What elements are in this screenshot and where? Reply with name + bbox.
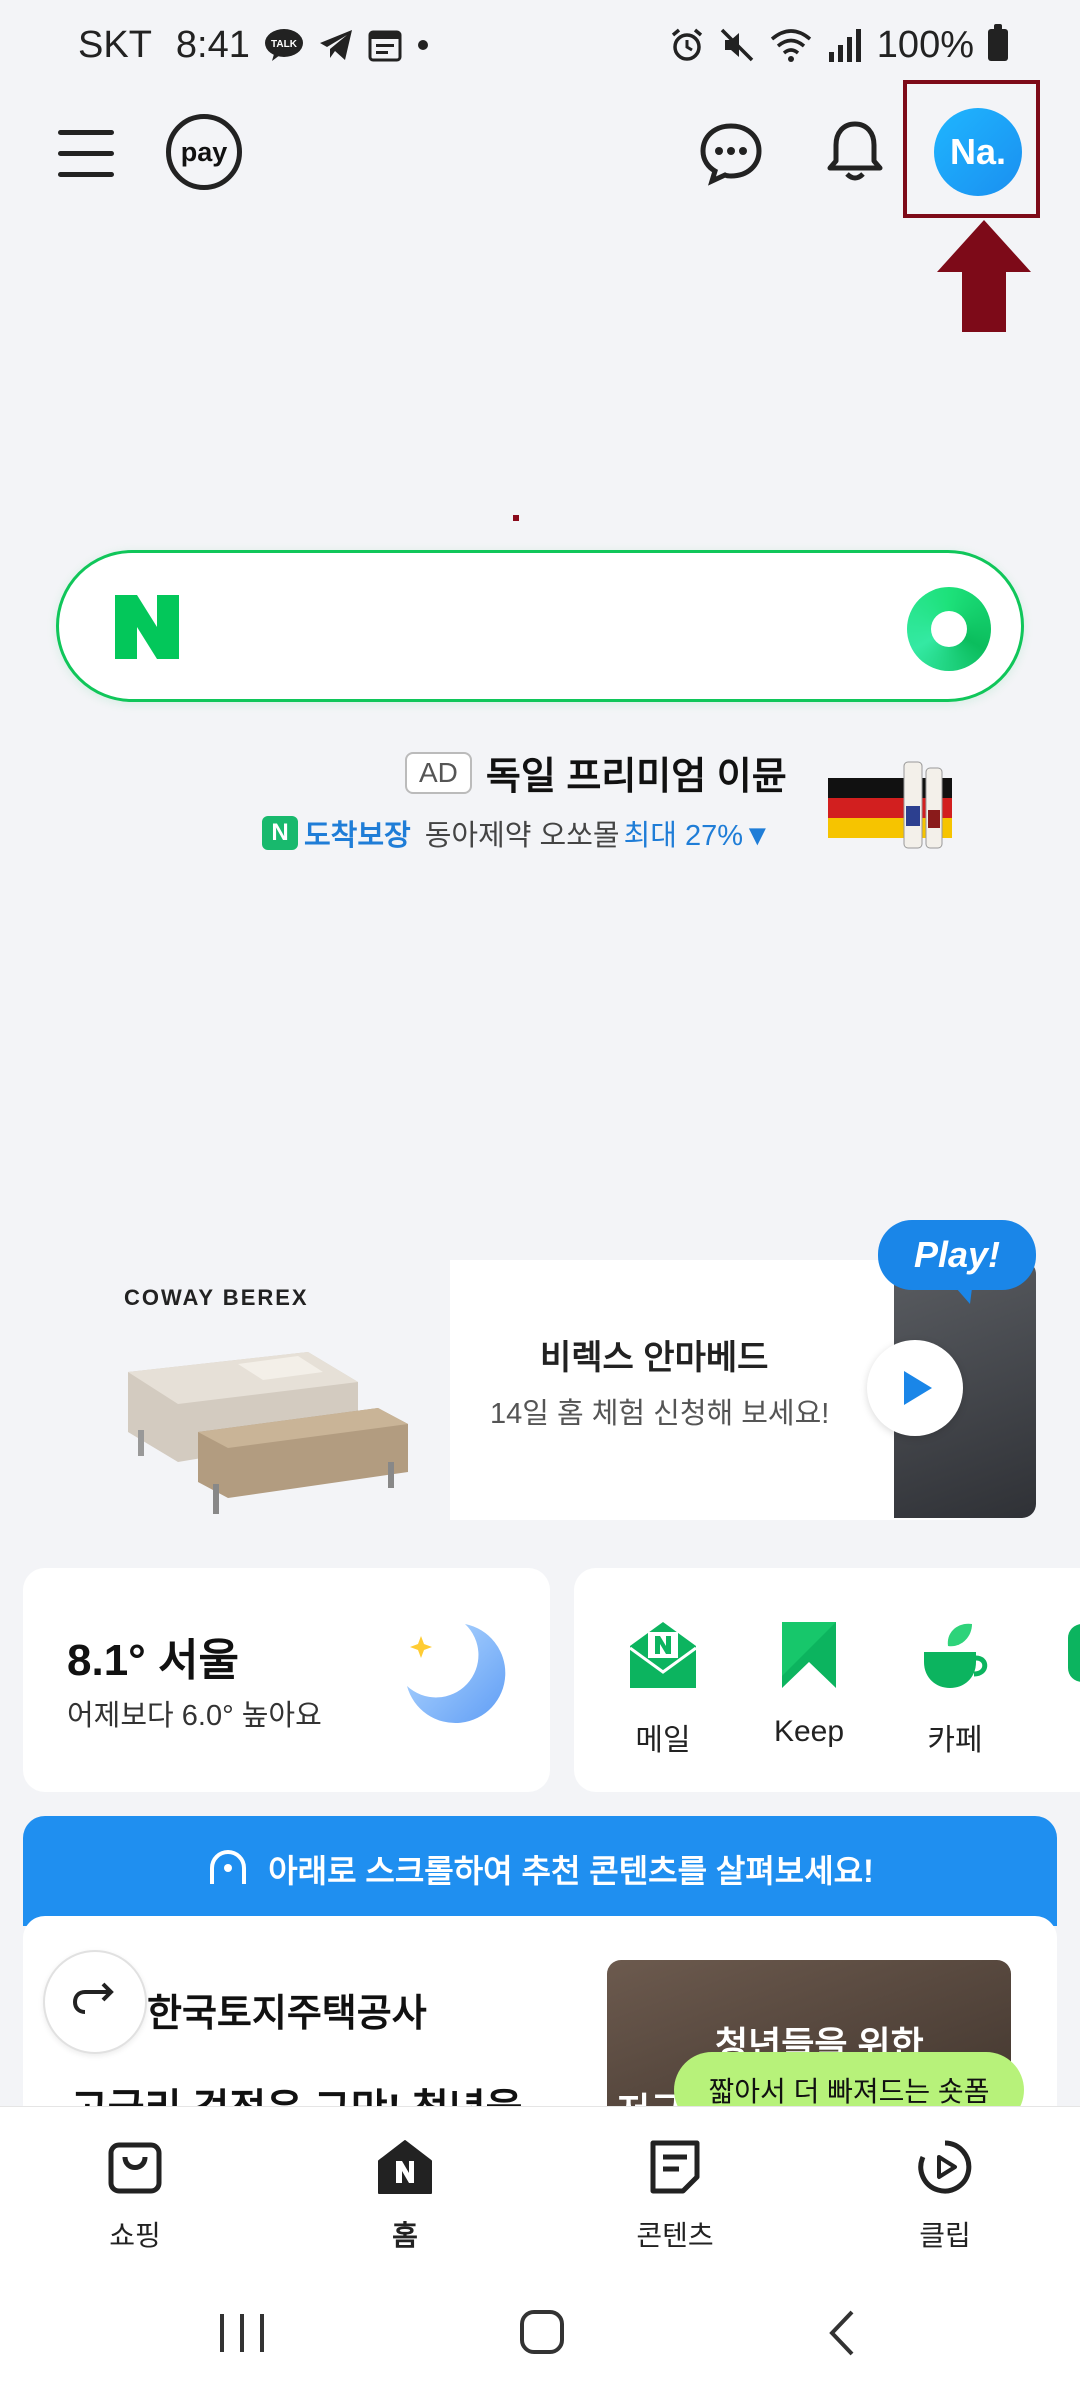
contents-icon	[650, 2140, 700, 2194]
promo-title: 비렉스 안마베드	[540, 1339, 769, 1377]
bell-icon[interactable]	[822, 118, 888, 184]
service-keep[interactable]: Keep	[754, 1618, 864, 1749]
delivery-guarantee: N 도착보장	[262, 812, 411, 854]
talk-icon[interactable]	[698, 120, 764, 186]
ad-title: 독일 프리미엄 이뮨	[485, 756, 787, 798]
clock: 8:41	[175, 23, 250, 66]
ad-headline[interactable]: AD 독일 프리미엄 이뮨	[405, 745, 787, 800]
delivery-logo-icon: N	[262, 816, 298, 850]
play-button[interactable]	[867, 1340, 963, 1436]
wifi-icon	[769, 27, 813, 63]
profile-initials: Na.	[949, 131, 1007, 172]
naver-logo-icon	[115, 595, 179, 659]
nav-label: 쇼핑	[109, 2220, 161, 2251]
carrier-label: SKT	[78, 23, 152, 66]
telegram-icon	[318, 28, 354, 62]
scroll-hint-text: 아래로 스크롤하여 추천 콘텐츠를 살펴보세요!	[268, 1853, 874, 1889]
talk-badge-text: TALK	[271, 39, 298, 50]
ad-seller: 동아제약 오쏘몰	[424, 820, 620, 852]
pay-label: pay	[180, 136, 228, 167]
signal-icon	[827, 28, 863, 62]
back-icon[interactable]	[814, 2306, 874, 2360]
service-label: 메일	[635, 1724, 691, 1757]
weather-temp-city: 8.1° 서울	[67, 1636, 239, 1685]
search-input[interactable]	[56, 550, 1024, 702]
weather-widget[interactable]: 8.1° 서울 어제보다 6.0° 높아요	[23, 1568, 550, 1792]
play-icon	[904, 1371, 932, 1405]
battery-icon	[988, 24, 1008, 61]
nav-contents[interactable]: 콘텐츠	[615, 2137, 735, 2254]
shopping-bag-icon	[108, 2142, 162, 2194]
pointer-arrow-icon	[937, 220, 1031, 332]
weather-comparison: 어제보다 6.0° 높아요	[67, 1700, 322, 1732]
ad-subline[interactable]: N 도착보장 동아제약 오쏘몰 최대 27%▼	[262, 812, 772, 854]
clip-icon	[918, 2140, 972, 2194]
menu-button[interactable]	[52, 120, 122, 190]
massage-bed-image	[128, 1352, 408, 1514]
alarm-icon	[669, 27, 705, 63]
promo-banner[interactable]: COWAY BEREX 비렉스 안마베드 14일 홈 체험 신청해 보세요! P…	[70, 1220, 1036, 1520]
kakaotalk-icon: TALK	[264, 28, 304, 62]
feed-source: 한국토지주택공사	[147, 1993, 427, 2035]
nav-shopping[interactable]: 쇼핑	[75, 2137, 195, 2254]
scroll-hint-banner: 아래로 스크롤하여 추천 콘텐츠를 살펴보세요!	[23, 1816, 1057, 1926]
nav-home[interactable]: 홈	[345, 2137, 465, 2254]
nav-label: 콘텐츠	[636, 2220, 714, 2251]
promo-brand: COWAY BEREX	[124, 1285, 309, 1310]
share-button[interactable]	[43, 1950, 147, 2054]
ad-product-image[interactable]	[828, 760, 952, 852]
system-navigation-bar	[0, 2266, 1080, 2400]
nav-label: 클립	[919, 2220, 971, 2251]
ad-discount: 최대 27%▼	[623, 820, 772, 852]
service-blog[interactable]: 블	[1046, 1618, 1080, 1759]
profile-avatar[interactable]: Na.	[934, 108, 1022, 196]
service-label: Keep	[773, 1715, 845, 1748]
mute-icon	[719, 27, 755, 63]
scroll-hint-icon	[210, 1850, 247, 1884]
blog-icon	[1068, 1624, 1080, 1682]
decorative-dot	[513, 515, 519, 521]
service-label: 카페	[927, 1724, 983, 1757]
mail-icon	[629, 1622, 697, 1688]
calendar-icon	[368, 28, 402, 62]
moon-icon	[407, 1624, 506, 1724]
service-label: 블	[1046, 1715, 1080, 1759]
recent-apps-icon[interactable]	[212, 2306, 272, 2360]
green-dot-button[interactable]	[907, 587, 991, 671]
service-cafe[interactable]: 카페	[900, 1618, 1010, 1759]
pay-button[interactable]: pay	[166, 114, 242, 190]
ad-badge: AD	[405, 751, 472, 794]
status-bar: SKT 8:41 TALK 100%	[0, 0, 1080, 90]
cafe-icon	[924, 1623, 988, 1688]
battery-percent: 100%	[876, 23, 974, 66]
home-icon	[378, 2140, 432, 2194]
notification-dot-icon	[416, 38, 430, 52]
delivery-label: 도착보장	[304, 820, 411, 852]
services-widget: 메일 Keep 카페 블	[574, 1568, 1080, 1792]
home-button-icon[interactable]	[512, 2306, 572, 2360]
play-badge: Play!	[878, 1220, 1036, 1304]
promo-subtitle: 14일 홈 체험 신청해 보세요!	[490, 1398, 830, 1430]
nav-clip[interactable]: 클립	[885, 2137, 1005, 2254]
bottom-navigation: 쇼핑 홈 콘텐츠 클립	[0, 2106, 1080, 2266]
share-arrow-icon	[72, 1982, 114, 2014]
keep-icon	[782, 1622, 836, 1688]
nav-label: 홈	[392, 2220, 418, 2251]
service-mail[interactable]: 메일	[608, 1618, 718, 1759]
